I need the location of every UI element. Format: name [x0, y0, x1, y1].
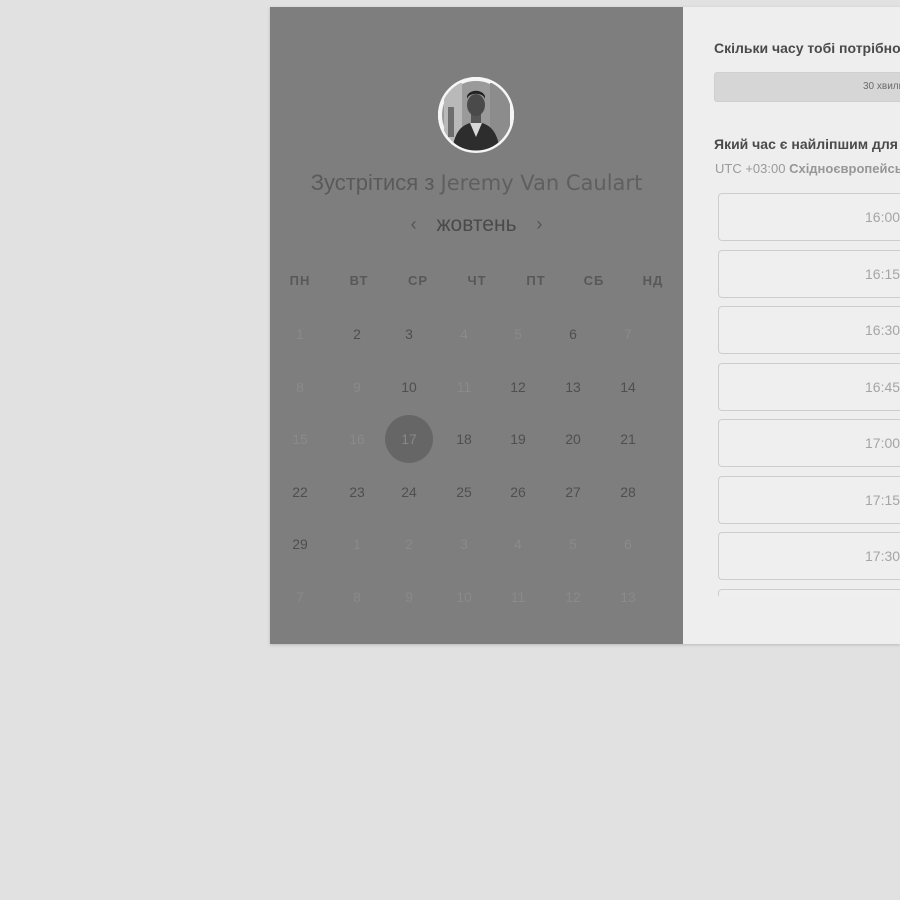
calendar-day: 7 [624, 326, 632, 342]
calendar-day[interactable]: 19 [494, 415, 542, 463]
calendar-day[interactable]: 24 [385, 468, 433, 516]
weekday-label: ВТ [349, 273, 369, 288]
calendar-day: 13 [620, 589, 636, 605]
calendar-day[interactable]: 18 [440, 415, 488, 463]
chevron-right-icon[interactable]: › [528, 214, 550, 235]
month-label: жовтень [436, 213, 517, 236]
calendar-day: 5 [514, 326, 522, 342]
calendar-day[interactable]: 2 [333, 310, 381, 358]
time-slot-list: 16:00 16:15 16:30 16:45 17:00 17:15 17:30 17:45 [718, 193, 900, 596]
weekday-label: ПН [289, 273, 311, 288]
avatar-photo [438, 77, 514, 153]
calendar-day[interactable]: 22 [276, 468, 324, 516]
calendar-day: 10 [456, 589, 472, 605]
weekday-label: СБ [583, 273, 605, 288]
month-navigation: ‹ жовтень › [270, 213, 683, 237]
time-slot-button[interactable]: 17:30 [718, 532, 900, 580]
calendar-day: 9 [405, 589, 413, 605]
calendar-day: 7 [296, 589, 304, 605]
calendar-day: 11 [510, 589, 526, 605]
calendar-day-selected[interactable]: 17 [385, 415, 433, 463]
schedule-panel: Скільки часу тобі потрібно? 30 хвилин Як… [683, 7, 900, 644]
calendar-day: 2 [405, 536, 413, 552]
calendar-day: 1 [296, 326, 304, 342]
timezone-selector[interactable]: UTC +03:00 Східноєвропейський час [715, 161, 900, 176]
time-question: Який час є найліпшим для тебе? [714, 136, 900, 152]
timezone-offset: UTC +03:00 [715, 161, 786, 176]
calendar-day: 3 [460, 536, 468, 552]
calendar-day[interactable]: 13 [549, 363, 597, 411]
weekday-header: ПН ВТ СР ЧТ ПТ СБ НД [270, 273, 683, 291]
duration-option-button[interactable]: 30 хвилин [714, 72, 900, 102]
chevron-left-icon[interactable]: ‹ [403, 214, 425, 235]
calendar-day[interactable]: 10 [385, 363, 433, 411]
calendar-day[interactable]: 23 [333, 468, 381, 516]
timezone-name: Східноєвропейський час [789, 161, 900, 176]
calendar-day[interactable]: 12 [494, 363, 542, 411]
calendar-day: 11 [456, 379, 472, 395]
weekday-label: СР [407, 273, 429, 288]
duration-question: Скільки часу тобі потрібно? [714, 40, 900, 56]
calendar-day[interactable]: 29 [276, 520, 324, 568]
calendar-day[interactable]: 14 [604, 363, 652, 411]
time-slot-button[interactable]: 17:45 [718, 588, 900, 596]
host-name: Jeremy Van Caulart [440, 171, 643, 195]
time-slot-button[interactable]: 17:15 [718, 475, 900, 524]
time-slot-button[interactable]: 16:45 [718, 362, 900, 411]
calendar-day: 16 [349, 431, 365, 447]
calendar-day: 1 [353, 536, 361, 552]
calendar-day: 8 [296, 379, 304, 395]
weekday-label: ПТ [526, 273, 546, 288]
booking-widget: Зустрітися з Jeremy Van Caulart ‹ жовтен… [270, 7, 900, 644]
calendar-day[interactable]: 27 [549, 468, 597, 516]
weekday-label: НД [642, 273, 664, 288]
calendar-day: 9 [353, 379, 361, 395]
calendar-day[interactable]: 21 [604, 415, 652, 463]
time-slot-button[interactable]: 16:00 [718, 193, 900, 241]
calendar-day: 15 [292, 431, 308, 447]
calendar-day: 8 [353, 589, 361, 605]
calendar-day[interactable]: 6 [549, 310, 597, 358]
calendar-panel: Зустрітися з Jeremy Van Caulart ‹ жовтен… [270, 7, 683, 644]
calendar-day[interactable]: 26 [494, 468, 542, 516]
time-slot-button[interactable]: 17:00 [718, 419, 900, 467]
calendar-day: 6 [624, 536, 632, 552]
calendar-day: 12 [565, 589, 581, 605]
avatar [438, 77, 514, 153]
calendar-day: 4 [460, 326, 468, 342]
calendar-day[interactable]: 20 [549, 415, 597, 463]
calendar-day: 5 [569, 536, 577, 552]
calendar-day[interactable]: 25 [440, 468, 488, 516]
time-slot-button[interactable]: 16:15 [718, 249, 900, 298]
calendar-day[interactable]: 28 [604, 468, 652, 516]
meeting-title: Зустрітися з Jeremy Van Caulart [270, 170, 683, 196]
weekday-label: ЧТ [467, 273, 487, 288]
meeting-title-prefix: Зустрітися з [310, 170, 435, 195]
calendar-day[interactable]: 3 [385, 310, 433, 358]
calendar-day: 4 [514, 536, 522, 552]
time-slot-button[interactable]: 16:30 [718, 306, 900, 354]
